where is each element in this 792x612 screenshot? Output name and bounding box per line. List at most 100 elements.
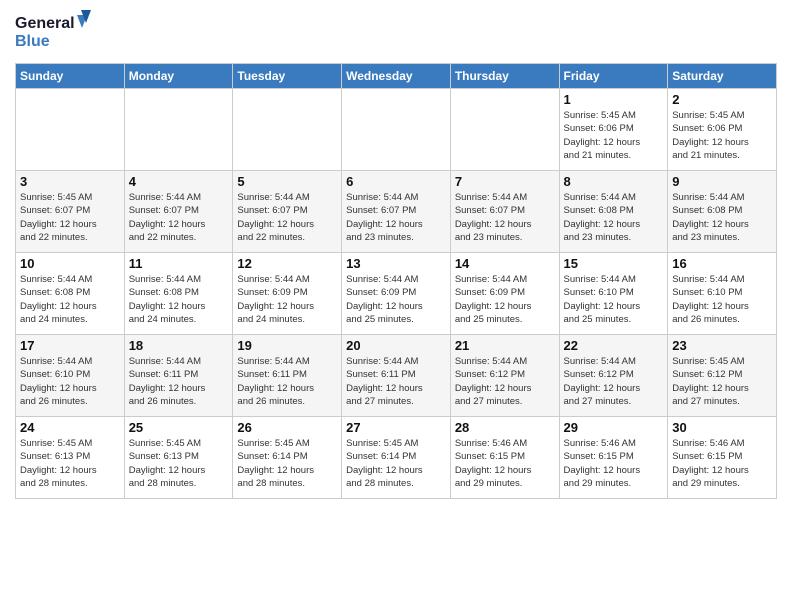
- calendar-cell: 22 Sunrise: 5:44 AM Sunset: 6:12 PM Dayli…: [559, 335, 668, 417]
- calendar-cell: 20Sunrise: 5:44 AM Sunset: 6:11 PM Dayli…: [342, 335, 451, 417]
- day-info: Sunrise: 5:44 AM Sunset: 6:08 PM Dayligh…: [20, 273, 120, 326]
- day-info: Sunrise: 5:44 AM Sunset: 6:07 PM Dayligh…: [346, 191, 446, 244]
- day-number: 4: [129, 174, 229, 189]
- col-header-saturday: Saturday: [668, 64, 777, 89]
- day-info: Sunrise: 5:44 AM Sunset: 6:09 PM Dayligh…: [346, 273, 446, 326]
- day-info: Sunrise: 5:44 AM Sunset: 6:08 PM Dayligh…: [129, 273, 229, 326]
- calendar-week-row: 10 Sunrise: 5:44 AM Sunset: 6:08 PM Dayli…: [16, 253, 777, 335]
- calendar-cell: 12 Sunrise: 5:44 AM Sunset: 6:09 PM Dayli…: [233, 253, 342, 335]
- day-number: 15: [564, 256, 664, 271]
- calendar-cell: 2 Sunrise: 5:45 AM Sunset: 6:06 PM Daylig…: [668, 89, 777, 171]
- day-number: 9: [672, 174, 772, 189]
- calendar-cell: 17Sunrise: 5:44 AM Sunset: 6:10 PM Dayli…: [16, 335, 125, 417]
- day-info: Sunrise: 5:45 AM Sunset: 6:13 PM Dayligh…: [20, 437, 120, 490]
- calendar-cell: 25 Sunrise: 5:45 AM Sunset: 6:13 PM Dayli…: [124, 417, 233, 499]
- calendar-week-row: 1 Sunrise: 5:45 AM Sunset: 6:06 PM Daylig…: [16, 89, 777, 171]
- day-number: 21: [455, 338, 555, 353]
- calendar-cell: [450, 89, 559, 171]
- calendar-cell: 19 Sunrise: 5:44 AM Sunset: 6:11 PM Dayli…: [233, 335, 342, 417]
- calendar-week-row: 24 Sunrise: 5:45 AM Sunset: 6:13 PM Dayli…: [16, 417, 777, 499]
- calendar-cell: 8Sunrise: 5:44 AM Sunset: 6:08 PM Daylig…: [559, 171, 668, 253]
- day-number: 24: [20, 420, 120, 435]
- day-number: 1: [564, 92, 664, 107]
- day-number: 22: [564, 338, 664, 353]
- day-number: 18: [129, 338, 229, 353]
- page-header: GeneralBlue: [15, 10, 777, 55]
- day-info: Sunrise: 5:45 AM Sunset: 6:12 PM Dayligh…: [672, 355, 772, 408]
- day-info: Sunrise: 5:44 AM Sunset: 6:10 PM Dayligh…: [564, 273, 664, 326]
- calendar-cell: 10 Sunrise: 5:44 AM Sunset: 6:08 PM Dayli…: [16, 253, 125, 335]
- day-number: 29: [564, 420, 664, 435]
- day-info: Sunrise: 5:44 AM Sunset: 6:11 PM Dayligh…: [237, 355, 337, 408]
- calendar-cell: 11 Sunrise: 5:44 AM Sunset: 6:08 PM Dayli…: [124, 253, 233, 335]
- calendar-cell: [233, 89, 342, 171]
- day-info: Sunrise: 5:46 AM Sunset: 6:15 PM Dayligh…: [564, 437, 664, 490]
- logo-svg: GeneralBlue: [15, 10, 95, 55]
- col-header-tuesday: Tuesday: [233, 64, 342, 89]
- day-number: 27: [346, 420, 446, 435]
- day-info: Sunrise: 5:45 AM Sunset: 6:13 PM Dayligh…: [129, 437, 229, 490]
- calendar-cell: 27 Sunrise: 5:45 AM Sunset: 6:14 PM Dayli…: [342, 417, 451, 499]
- day-number: 23: [672, 338, 772, 353]
- day-number: 7: [455, 174, 555, 189]
- day-info: Sunrise: 5:45 AM Sunset: 6:06 PM Dayligh…: [672, 109, 772, 162]
- calendar-cell: 29 Sunrise: 5:46 AM Sunset: 6:15 PM Dayli…: [559, 417, 668, 499]
- day-number: 3: [20, 174, 120, 189]
- day-number: 6: [346, 174, 446, 189]
- day-info: Sunrise: 5:44 AM Sunset: 6:12 PM Dayligh…: [564, 355, 664, 408]
- day-number: 25: [129, 420, 229, 435]
- col-header-friday: Friday: [559, 64, 668, 89]
- day-info: Sunrise: 5:45 AM Sunset: 6:06 PM Dayligh…: [564, 109, 664, 162]
- col-header-sunday: Sunday: [16, 64, 125, 89]
- day-info: Sunrise: 5:45 AM Sunset: 6:07 PM Dayligh…: [20, 191, 120, 244]
- calendar-cell: 14 Sunrise: 5:44 AM Sunset: 6:09 PM Dayli…: [450, 253, 559, 335]
- day-info: Sunrise: 5:46 AM Sunset: 6:15 PM Dayligh…: [455, 437, 555, 490]
- calendar-cell: 30Sunrise: 5:46 AM Sunset: 6:15 PM Dayli…: [668, 417, 777, 499]
- day-number: 10: [20, 256, 120, 271]
- col-header-wednesday: Wednesday: [342, 64, 451, 89]
- svg-text:Blue: Blue: [15, 33, 50, 50]
- calendar-cell: 18 Sunrise: 5:44 AM Sunset: 6:11 PM Dayli…: [124, 335, 233, 417]
- day-number: 13: [346, 256, 446, 271]
- calendar-cell: 26 Sunrise: 5:45 AM Sunset: 6:14 PM Dayli…: [233, 417, 342, 499]
- day-info: Sunrise: 5:44 AM Sunset: 6:07 PM Dayligh…: [455, 191, 555, 244]
- calendar-cell: 23 Sunrise: 5:45 AM Sunset: 6:12 PM Dayli…: [668, 335, 777, 417]
- day-number: 14: [455, 256, 555, 271]
- calendar-header-row: SundayMondayTuesdayWednesdayThursdayFrid…: [16, 64, 777, 89]
- logo: GeneralBlue: [15, 10, 95, 55]
- col-header-monday: Monday: [124, 64, 233, 89]
- calendar-cell: [16, 89, 125, 171]
- day-info: Sunrise: 5:46 AM Sunset: 6:15 PM Dayligh…: [672, 437, 772, 490]
- day-number: 8: [564, 174, 664, 189]
- calendar-cell: 3 Sunrise: 5:45 AM Sunset: 6:07 PM Daylig…: [16, 171, 125, 253]
- calendar-cell: 16Sunrise: 5:44 AM Sunset: 6:10 PM Dayli…: [668, 253, 777, 335]
- day-info: Sunrise: 5:45 AM Sunset: 6:14 PM Dayligh…: [237, 437, 337, 490]
- calendar-cell: [124, 89, 233, 171]
- calendar-cell: 28Sunrise: 5:46 AM Sunset: 6:15 PM Dayli…: [450, 417, 559, 499]
- day-number: 11: [129, 256, 229, 271]
- day-info: Sunrise: 5:44 AM Sunset: 6:07 PM Dayligh…: [237, 191, 337, 244]
- day-info: Sunrise: 5:44 AM Sunset: 6:11 PM Dayligh…: [129, 355, 229, 408]
- day-info: Sunrise: 5:44 AM Sunset: 6:10 PM Dayligh…: [20, 355, 120, 408]
- day-number: 12: [237, 256, 337, 271]
- col-header-thursday: Thursday: [450, 64, 559, 89]
- day-info: Sunrise: 5:44 AM Sunset: 6:07 PM Dayligh…: [129, 191, 229, 244]
- calendar-cell: [342, 89, 451, 171]
- calendar-cell: 4 Sunrise: 5:44 AM Sunset: 6:07 PM Daylig…: [124, 171, 233, 253]
- svg-text:General: General: [15, 15, 75, 32]
- calendar-cell: 15 Sunrise: 5:44 AM Sunset: 6:10 PM Dayli…: [559, 253, 668, 335]
- day-number: 2: [672, 92, 772, 107]
- day-info: Sunrise: 5:44 AM Sunset: 6:09 PM Dayligh…: [455, 273, 555, 326]
- day-number: 26: [237, 420, 337, 435]
- day-info: Sunrise: 5:44 AM Sunset: 6:08 PM Dayligh…: [672, 191, 772, 244]
- calendar-cell: 24 Sunrise: 5:45 AM Sunset: 6:13 PM Dayli…: [16, 417, 125, 499]
- calendar-cell: 1 Sunrise: 5:45 AM Sunset: 6:06 PM Daylig…: [559, 89, 668, 171]
- day-info: Sunrise: 5:44 AM Sunset: 6:10 PM Dayligh…: [672, 273, 772, 326]
- day-info: Sunrise: 5:44 AM Sunset: 6:12 PM Dayligh…: [455, 355, 555, 408]
- calendar-cell: 13 Sunrise: 5:44 AM Sunset: 6:09 PM Dayli…: [342, 253, 451, 335]
- day-info: Sunrise: 5:44 AM Sunset: 6:09 PM Dayligh…: [237, 273, 337, 326]
- calendar-cell: 6 Sunrise: 5:44 AM Sunset: 6:07 PM Daylig…: [342, 171, 451, 253]
- day-info: Sunrise: 5:44 AM Sunset: 6:11 PM Dayligh…: [346, 355, 446, 408]
- day-number: 19: [237, 338, 337, 353]
- day-info: Sunrise: 5:45 AM Sunset: 6:14 PM Dayligh…: [346, 437, 446, 490]
